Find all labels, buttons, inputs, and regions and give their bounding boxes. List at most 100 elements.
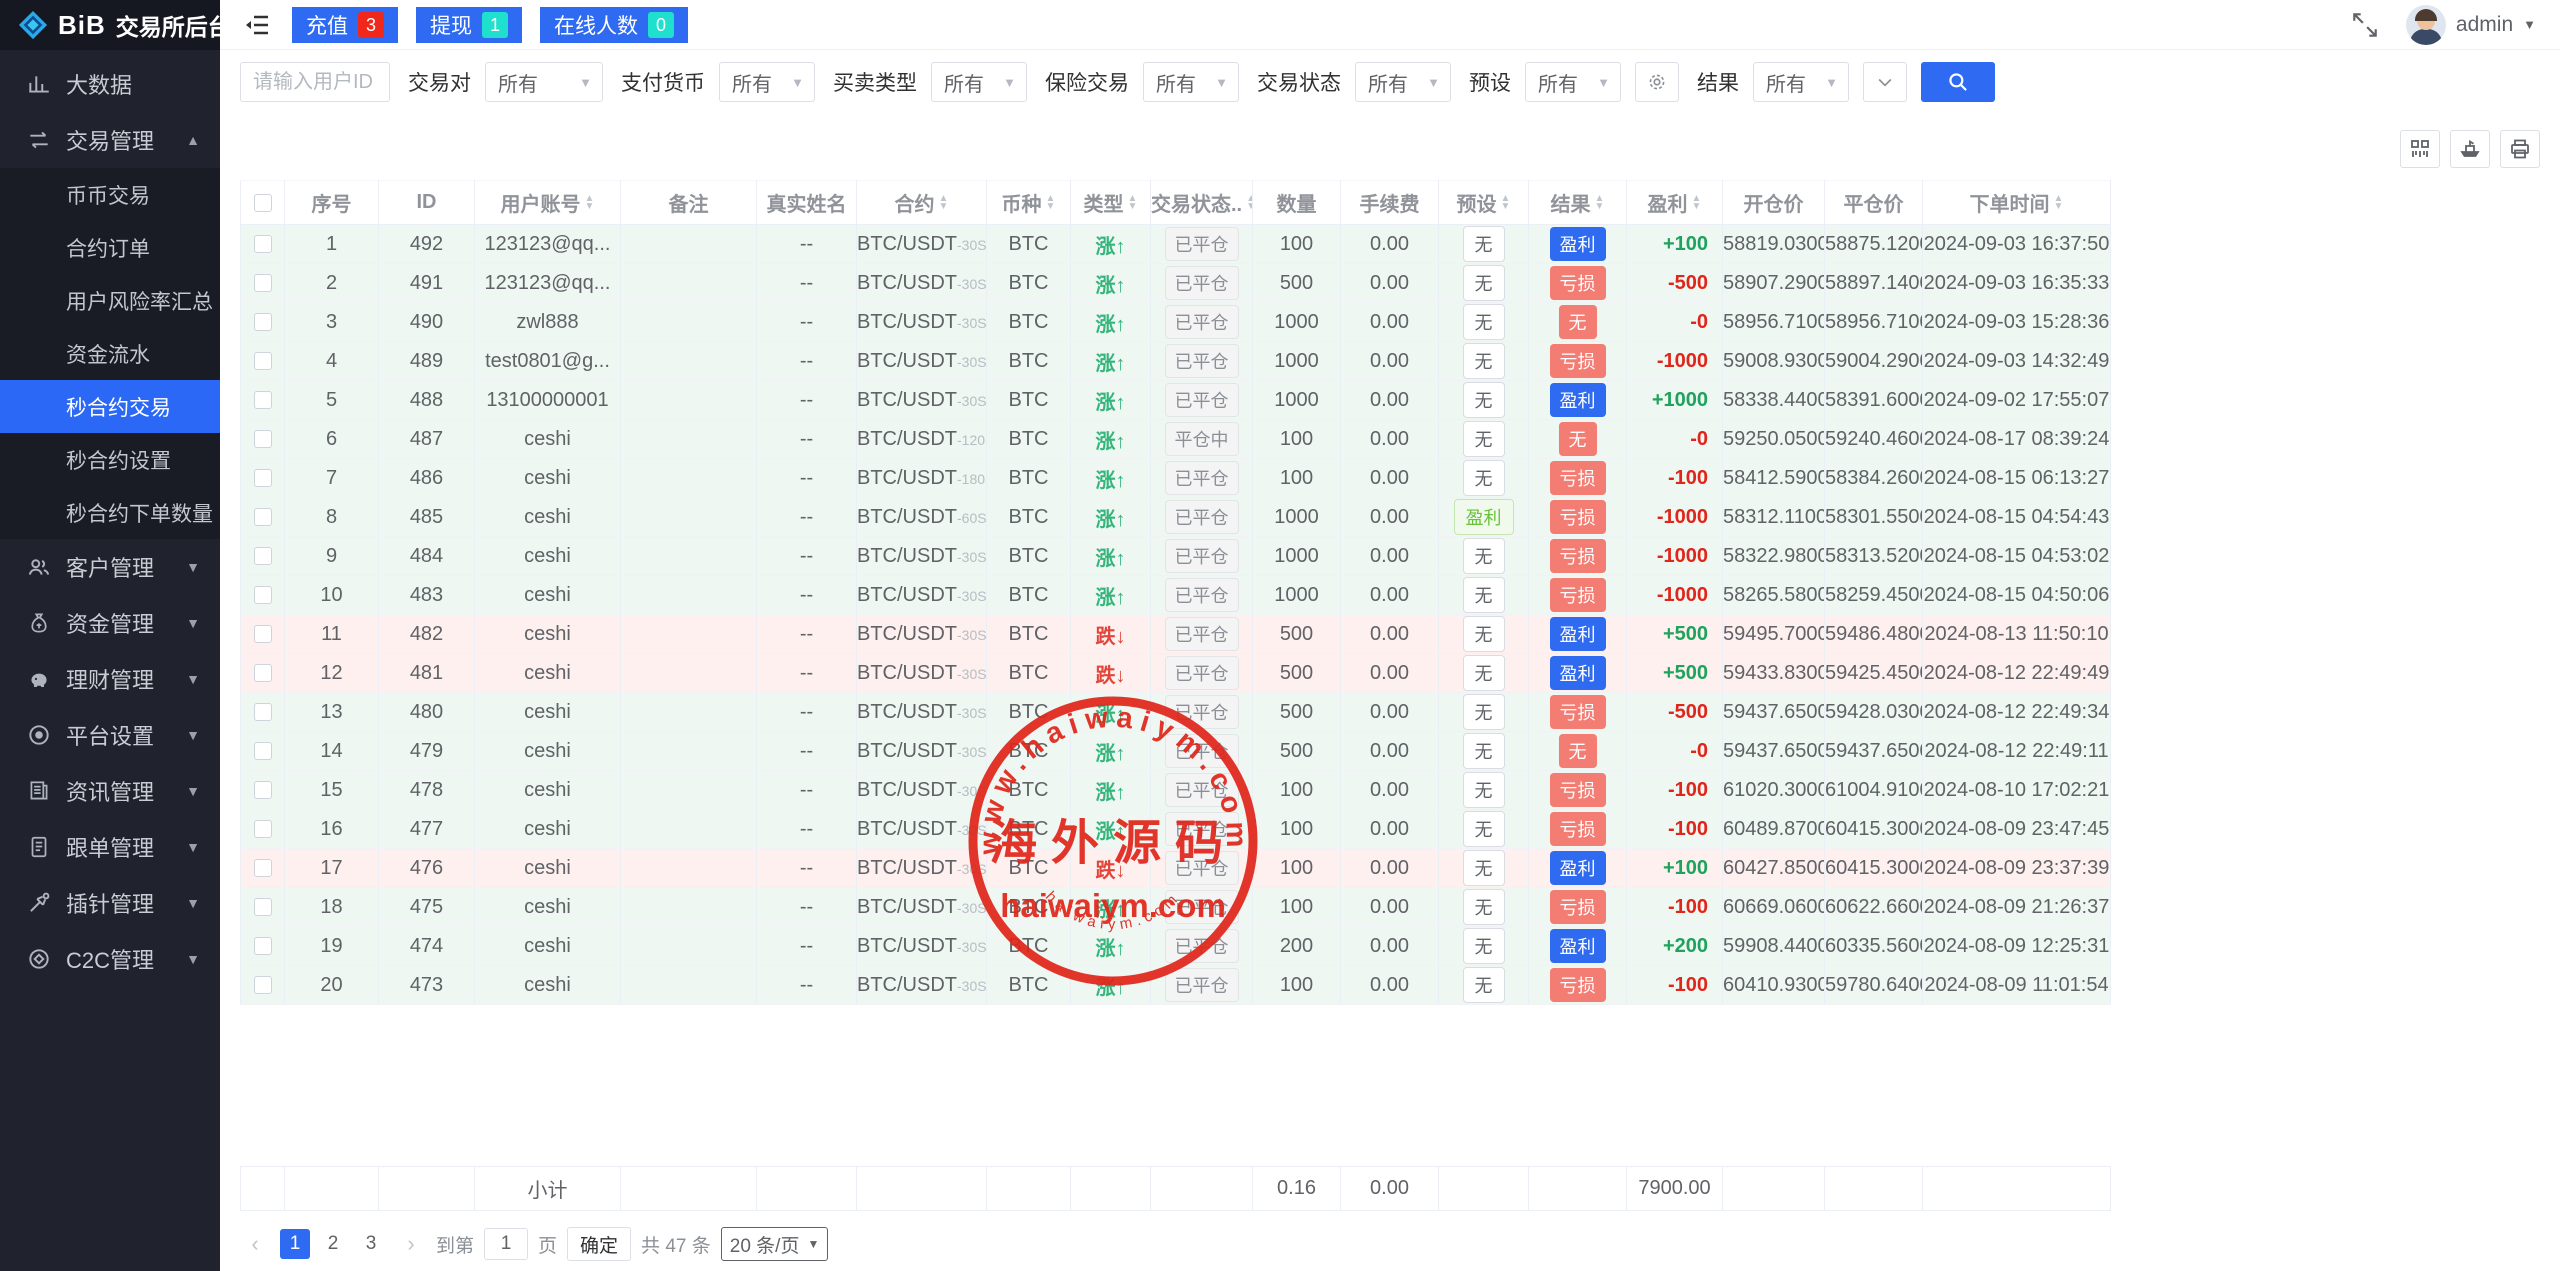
prev-page-icon[interactable]: ‹: [240, 1229, 270, 1259]
preset-button[interactable]: 无: [1463, 655, 1505, 691]
page-number-2[interactable]: 2: [318, 1229, 348, 1259]
row-checkbox[interactable]: [254, 586, 272, 604]
result-select[interactable]: 所有▼: [1753, 62, 1849, 102]
preset-button[interactable]: 无: [1463, 226, 1505, 262]
column-header[interactable]: 类型▲▼: [1071, 181, 1151, 225]
row-checkbox[interactable]: [254, 742, 272, 760]
collapse-menu-icon[interactable]: [240, 8, 274, 42]
sort-icon[interactable]: ▲▼: [2054, 195, 2064, 211]
column-header[interactable]: 合约▲▼: [857, 181, 987, 225]
preset-button[interactable]: 无: [1463, 538, 1505, 574]
sidebar-subitem-contract-orders[interactable]: 合约订单: [0, 221, 220, 274]
trading-pair-select[interactable]: 所有▼: [485, 62, 603, 102]
insurance-trade-select[interactable]: 所有▼: [1143, 62, 1239, 102]
preset-button[interactable]: 无: [1463, 967, 1505, 1003]
select-all-checkbox[interactable]: [254, 194, 272, 212]
sort-icon[interactable]: ▲▼: [939, 195, 949, 211]
row-checkbox[interactable]: [254, 547, 272, 565]
sidebar-item-fund-management[interactable]: 资金管理▼: [0, 595, 220, 651]
column-header[interactable]: 下单时间▲▼: [1923, 181, 2111, 225]
preset-button[interactable]: 无: [1463, 850, 1505, 886]
preset-button[interactable]: 无: [1463, 889, 1505, 925]
preset-button[interactable]: 无: [1463, 577, 1505, 613]
row-checkbox[interactable]: [254, 664, 272, 682]
fullscreen-icon[interactable]: [2350, 10, 2380, 40]
row-checkbox[interactable]: [254, 898, 272, 916]
column-header[interactable]: 交易状态..▲▼: [1151, 181, 1253, 225]
row-checkbox[interactable]: [254, 352, 272, 370]
print-icon[interactable]: [2500, 130, 2540, 168]
preset-button[interactable]: 无: [1463, 928, 1505, 964]
column-header[interactable]: 预设▲▼: [1439, 181, 1529, 225]
column-header[interactable]: 盈利▲▼: [1627, 181, 1723, 225]
column-header[interactable]: 用户账号▲▼: [475, 181, 621, 225]
sort-icon[interactable]: ▲▼: [1501, 195, 1511, 211]
row-checkbox[interactable]: [254, 508, 272, 526]
row-checkbox[interactable]: [254, 820, 272, 838]
sidebar-item-customer-management[interactable]: 客户管理▼: [0, 539, 220, 595]
preset-button[interactable]: 盈利: [1454, 499, 1514, 535]
sidebar-subitem-second-contract-trade[interactable]: 秒合约交易: [0, 380, 220, 433]
preset-gear-button[interactable]: [1635, 62, 1679, 102]
sort-icon[interactable]: ▲▼: [1046, 195, 1056, 211]
sidebar-subitem-second-contract-order-qty[interactable]: 秒合约下单数量: [0, 486, 220, 539]
column-header[interactable]: 结果▲▼: [1529, 181, 1627, 225]
preset-button[interactable]: 无: [1463, 382, 1505, 418]
online-users-button[interactable]: 在线人数 0: [540, 7, 688, 43]
preset-select[interactable]: 所有▼: [1525, 62, 1621, 102]
sidebar-subitem-user-risk-summary[interactable]: 用户风险率汇总: [0, 274, 220, 327]
row-checkbox[interactable]: [254, 937, 272, 955]
sidebar-item-platform-settings[interactable]: 平台设置▼: [0, 707, 220, 763]
sidebar-item-pin-management[interactable]: 插针管理▼: [0, 875, 220, 931]
page-size-select[interactable]: 20 条/页 ▼: [721, 1227, 829, 1261]
next-page-icon[interactable]: ›: [396, 1229, 426, 1259]
row-checkbox[interactable]: [254, 781, 272, 799]
user-menu[interactable]: admin ▼: [2406, 5, 2536, 45]
preset-button[interactable]: 无: [1463, 694, 1505, 730]
withdraw-button[interactable]: 提现 1: [416, 7, 522, 43]
preset-button[interactable]: 无: [1463, 304, 1505, 340]
preset-button[interactable]: 无: [1463, 616, 1505, 652]
search-button[interactable]: [1921, 62, 1995, 102]
page-number-3[interactable]: 3: [356, 1229, 386, 1259]
preset-button[interactable]: 无: [1463, 460, 1505, 496]
sort-icon[interactable]: ▲▼: [1128, 195, 1138, 211]
sidebar-subitem-fund-flow[interactable]: 资金流水: [0, 327, 220, 380]
preset-button[interactable]: 无: [1463, 265, 1505, 301]
user-id-input[interactable]: [240, 62, 390, 102]
preset-button[interactable]: 无: [1463, 343, 1505, 379]
preset-button[interactable]: 无: [1463, 733, 1505, 769]
page-number-1[interactable]: 1: [280, 1229, 310, 1259]
row-checkbox[interactable]: [254, 625, 272, 643]
sidebar-subitem-coin-trade[interactable]: 币币交易: [0, 168, 220, 221]
sort-icon[interactable]: ▲▼: [1246, 195, 1252, 211]
sidebar-item-trade-management[interactable]: 交易管理▲: [0, 112, 220, 168]
row-checkbox[interactable]: [254, 313, 272, 331]
trade-status-select[interactable]: 所有▼: [1355, 62, 1451, 102]
sidebar-item-copy-trade-management[interactable]: 跟单管理▼: [0, 819, 220, 875]
row-checkbox[interactable]: [254, 235, 272, 253]
pay-currency-select[interactable]: 所有▼: [719, 62, 815, 102]
column-header[interactable]: 币种▲▼: [987, 181, 1071, 225]
sidebar-item-wealth-management[interactable]: 理财管理▼: [0, 651, 220, 707]
row-checkbox[interactable]: [254, 859, 272, 877]
export-icon[interactable]: [2450, 130, 2490, 168]
goto-page-input[interactable]: [484, 1228, 528, 1260]
row-checkbox[interactable]: [254, 703, 272, 721]
preset-button[interactable]: 无: [1463, 772, 1505, 808]
chevron-down-button[interactable]: [1863, 62, 1907, 102]
sort-icon[interactable]: ▲▼: [1595, 195, 1605, 211]
sort-icon[interactable]: ▲▼: [585, 195, 595, 211]
row-checkbox[interactable]: [254, 274, 272, 292]
goto-confirm-button[interactable]: 确定: [567, 1227, 631, 1261]
sidebar-item-news-management[interactable]: 资讯管理▼: [0, 763, 220, 819]
row-checkbox[interactable]: [254, 976, 272, 994]
sidebar-item-c2c-management[interactable]: C2C管理▼: [0, 931, 220, 987]
recharge-button[interactable]: 充值 3: [292, 7, 398, 43]
preset-button[interactable]: 无: [1463, 421, 1505, 457]
row-checkbox[interactable]: [254, 469, 272, 487]
sidebar-item-big-data[interactable]: 大数据: [0, 56, 220, 112]
row-checkbox[interactable]: [254, 391, 272, 409]
sort-icon[interactable]: ▲▼: [1692, 195, 1702, 211]
columns-icon[interactable]: [2400, 130, 2440, 168]
